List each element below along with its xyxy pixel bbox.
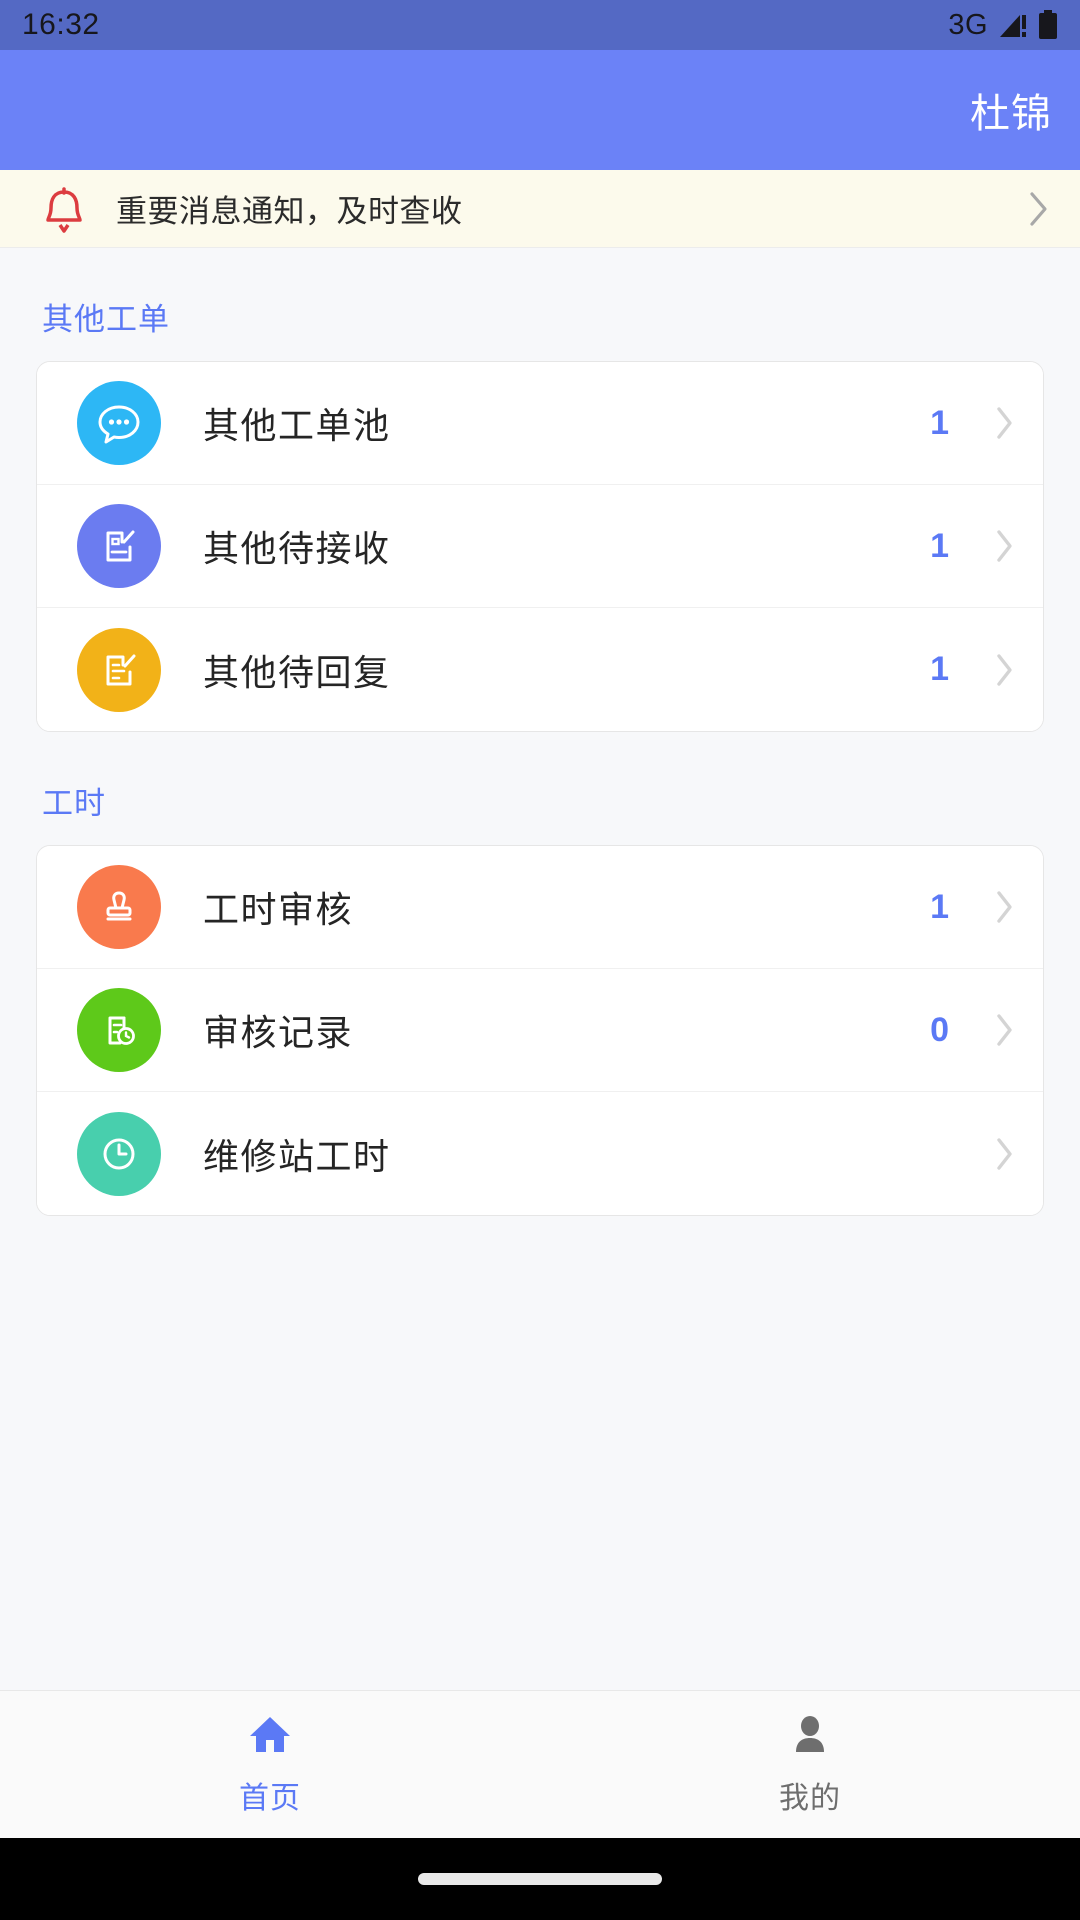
stamp-icon [77, 865, 161, 949]
card-other-orders: 其他工单池 1 其他待接收 1 其他待回复 1 [36, 361, 1044, 732]
list-item-count: 1 [930, 403, 949, 442]
tab-home[interactable]: 首页 [0, 1691, 540, 1838]
notification-text: 重要消息通知，及时查收 [116, 194, 463, 229]
home-icon [246, 1712, 294, 1761]
card-work-hours: 工时审核 1 审核记录 0 维修站工时 [36, 845, 1044, 1216]
status-bar-time: 16:32 [22, 8, 100, 41]
notification-banner[interactable]: 重要消息通知，及时查收 [0, 170, 1080, 248]
tab-profile[interactable]: 我的 [540, 1691, 1080, 1838]
list-item-count: 0 [930, 1010, 949, 1049]
chevron-right-icon[interactable] [1010, 190, 1050, 228]
person-icon [786, 1712, 834, 1761]
chevron-right-icon[interactable] [983, 1013, 1015, 1047]
chevron-right-icon[interactable] [983, 890, 1015, 924]
gesture-pill[interactable] [418, 1873, 662, 1885]
chat-bubble-dots-icon [77, 381, 161, 465]
signal-bars-warning-icon [998, 11, 1028, 39]
document-pen-icon [77, 627, 161, 712]
list-item[interactable]: 维修站工时 [37, 1092, 1043, 1215]
bottom-tab-bar: 首页 我的 [0, 1690, 1080, 1838]
list-item[interactable]: 工时审核 1 [37, 846, 1043, 969]
tab-profile-label: 我的 [779, 1782, 841, 1815]
chevron-right-icon[interactable] [983, 529, 1015, 563]
clock-icon [77, 1111, 161, 1196]
document-clock-icon [77, 988, 161, 1072]
list-item-count: 1 [930, 526, 949, 565]
list-item[interactable]: 其他工单池 1 [37, 362, 1043, 485]
list-item[interactable]: 其他待接收 1 [37, 485, 1043, 608]
status-bar-indicators: 3G [948, 9, 1058, 42]
chevron-right-icon[interactable] [983, 1137, 1015, 1171]
status-bar: 16:32 3G [0, 0, 1080, 50]
list-item-label: 其他待回复 [203, 651, 391, 693]
bell-icon [34, 184, 94, 234]
list-item-label: 审核记录 [203, 1012, 354, 1053]
list-item-label: 维修站工时 [203, 1135, 391, 1177]
section-title-work-hours: 工时 [42, 786, 106, 821]
main-content: 其他工单 其他工单池 1 其他待接收 1 其他待回复 1 工时 工时审核 1 审… [0, 248, 1080, 1690]
list-item-count: 1 [930, 650, 949, 688]
list-item-count: 1 [930, 887, 949, 926]
list-item-label: 其他工单池 [203, 405, 391, 446]
phone-screen: 16:32 3G 杜锦 重要消息通知，及时查收 其他工单 其他工单池 1 其他待… [0, 0, 1080, 1920]
network-type-label: 3G [948, 8, 988, 41]
chevron-right-icon[interactable] [983, 653, 1015, 687]
gesture-navigation-bar [0, 1838, 1080, 1920]
document-edit-icon [77, 504, 161, 588]
list-item-label: 工时审核 [203, 889, 354, 930]
tab-home-label: 首页 [239, 1782, 301, 1815]
app-header: 杜锦 [0, 50, 1080, 170]
list-item[interactable]: 其他待回复 1 [37, 608, 1043, 731]
list-item-label: 其他待接收 [203, 528, 391, 569]
chevron-right-icon[interactable] [983, 406, 1015, 440]
section-title-other-orders: 其他工单 [42, 302, 170, 337]
list-item[interactable]: 审核记录 0 [37, 969, 1043, 1092]
user-name-label[interactable]: 杜锦 [970, 81, 1052, 139]
battery-full-icon [1038, 10, 1058, 40]
